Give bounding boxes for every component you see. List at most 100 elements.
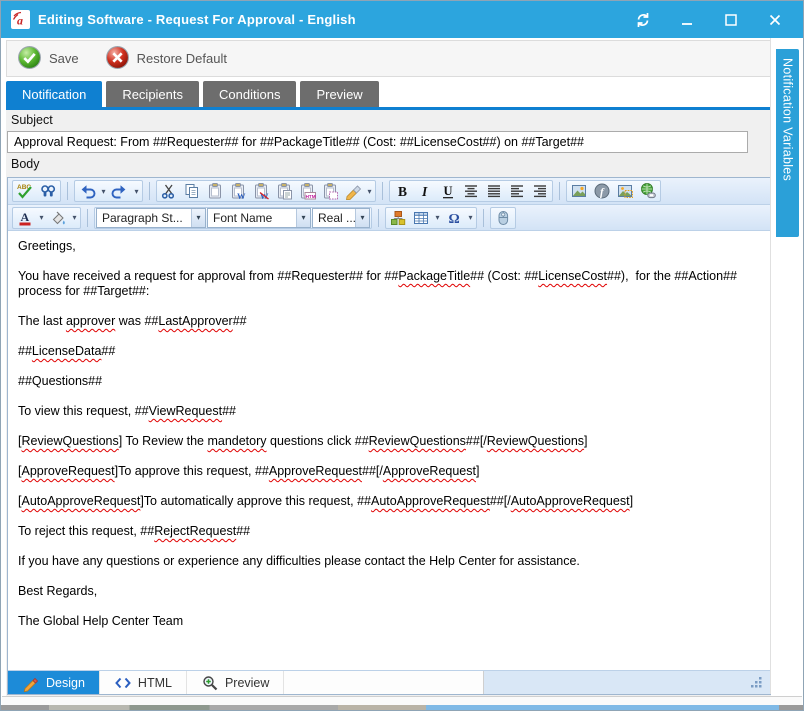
preview-icon — [201, 674, 219, 692]
misspelled-word: AutoApproveRequest — [511, 494, 630, 508]
font-name-select[interactable]: Font Name▾ — [207, 208, 311, 228]
tab-recipients[interactable]: Recipients — [106, 81, 199, 107]
misspelled-word: PackageTitle — [398, 269, 470, 283]
svg-text:a: a — [17, 14, 23, 28]
align-center-icon[interactable] — [460, 181, 482, 201]
font-color-dropdown-icon[interactable]: ▾ — [37, 213, 46, 222]
tab-conditions[interactable]: Conditions — [203, 81, 296, 107]
restore-x-icon — [105, 45, 130, 73]
body-paragraph: You have received a request for approval… — [18, 269, 760, 299]
paste-from-word-strip-icon[interactable]: W — [250, 181, 272, 201]
editor-toolbar-row1: ABC▾▾WWHTML▾BIUf — [8, 178, 770, 205]
editor-mode-tab-design[interactable]: Design — [8, 671, 100, 694]
save-check-icon — [17, 45, 42, 73]
mode-tab-label: Preview — [225, 676, 269, 690]
font-color-icon[interactable]: A — [14, 208, 36, 228]
maximize-button[interactable] — [721, 10, 741, 30]
save-button[interactable]: Save — [17, 45, 79, 73]
italic-icon[interactable]: I — [414, 181, 436, 201]
paste-html-icon[interactable]: HTML — [296, 181, 318, 201]
paragraph-style-select[interactable]: Paragraph St...▾ — [96, 208, 206, 228]
body-label: Body — [11, 157, 40, 171]
underline-icon[interactable]: U — [437, 181, 459, 201]
toolbar-group: ABC — [12, 180, 61, 202]
body-paragraph: Greetings, — [18, 239, 760, 254]
body-paragraph: To view this request, ##ViewRequest## — [18, 404, 760, 419]
misspelled-word: LastApprover — [158, 314, 232, 328]
toolbar-group: Paragraph St...▾Font Name▾Real ...▾ — [94, 207, 372, 229]
spellcheck-icon[interactable]: ABC — [14, 181, 36, 201]
tab-notification[interactable]: Notification — [6, 81, 102, 107]
align-left-icon[interactable] — [506, 181, 528, 201]
media-manager-icon[interactable] — [492, 208, 514, 228]
editor-toolbar-row2: A▾▾Paragraph St...▾Font Name▾Real ...▾▾Ω… — [8, 205, 770, 231]
misspelled-word: ReviewQuestions — [487, 434, 584, 448]
find-icon[interactable] — [37, 181, 59, 201]
fill-color-icon[interactable] — [47, 208, 69, 228]
redo-dropdown-icon[interactable]: ▾ — [132, 187, 141, 196]
body-paragraph: [ApproveRequest]To approve this request,… — [18, 464, 760, 479]
toolbar-separator — [483, 209, 484, 227]
misspelled-word: mandetory — [207, 434, 266, 448]
bold-icon[interactable]: B — [391, 181, 413, 201]
minimize-button[interactable] — [677, 10, 697, 30]
toolbar-separator — [378, 209, 379, 227]
undo-icon[interactable] — [76, 181, 98, 201]
undo-dropdown-icon[interactable]: ▾ — [99, 187, 108, 196]
design-icon — [22, 674, 40, 692]
restore-default-button[interactable]: Restore Default — [105, 45, 227, 73]
format-stripper-icon[interactable] — [342, 181, 364, 201]
misspelled-word: ViewRequest — [149, 404, 222, 418]
paste-plain-text-icon[interactable] — [273, 181, 295, 201]
font-size-select[interactable]: Real ...▾ — [312, 208, 370, 228]
format-stripper-dropdown-icon[interactable]: ▾ — [365, 187, 374, 196]
subject-input[interactable] — [7, 131, 748, 153]
body-paragraph: ##LicenseData## — [18, 344, 760, 359]
active-tab-strip — [6, 107, 771, 110]
editor-mode-tab-html[interactable]: HTML — [100, 671, 187, 694]
fill-color-dropdown-icon[interactable]: ▾ — [70, 213, 79, 222]
window-title: Editing Software - Request For Approval … — [38, 12, 356, 27]
justify-icon[interactable] — [483, 181, 505, 201]
copy-icon[interactable] — [181, 181, 203, 201]
paste-as-html-icon[interactable] — [319, 181, 341, 201]
refresh-button[interactable] — [633, 10, 653, 30]
image-manager-icon[interactable] — [568, 181, 590, 201]
editor-mode-tab-preview[interactable]: Preview — [187, 671, 284, 694]
svg-text:U: U — [444, 184, 453, 198]
resize-grip-icon[interactable] — [746, 676, 764, 690]
tab-preview[interactable]: Preview — [300, 81, 378, 107]
toolbar-group: WW HTML ▾ — [156, 180, 376, 202]
body-paragraph: ##Questions## — [18, 374, 760, 389]
body-paragraph: [AutoApproveRequest]To automatically app… — [18, 494, 760, 509]
align-right-icon[interactable] — [529, 181, 551, 201]
misspelled-word: ApproveRequest — [21, 464, 114, 478]
toolbar-separator — [149, 182, 150, 200]
redo-icon[interactable] — [109, 181, 131, 201]
body-paragraph: The Global Help Center Team — [18, 614, 760, 629]
editor-content[interactable]: Greetings, You have received a request fo… — [8, 231, 770, 670]
toolbar-group: BI U — [389, 180, 553, 202]
image-map-icon[interactable] — [614, 181, 636, 201]
hyperlink-manager-icon[interactable] — [637, 181, 659, 201]
toolbar-group: ▾▾ — [74, 180, 143, 202]
chevron-down-icon: ▾ — [191, 209, 205, 227]
symbol-icon[interactable]: Ω — [443, 208, 465, 228]
close-button[interactable] — [765, 10, 785, 30]
table-icon[interactable] — [410, 208, 432, 228]
notification-variables-tab[interactable]: Notification Variables — [776, 49, 799, 237]
cut-icon[interactable] — [158, 181, 180, 201]
paste-icon[interactable] — [204, 181, 226, 201]
app-window: a Editing Software - Request For Approva… — [0, 0, 804, 711]
svg-text:W: W — [237, 191, 246, 200]
svg-text:I: I — [421, 184, 428, 199]
symbol-dropdown-icon[interactable]: ▾ — [466, 213, 475, 222]
flash-manager-icon[interactable]: f — [591, 181, 613, 201]
body-paragraph: [ReviewQuestions] To Review the mandetor… — [18, 434, 760, 449]
main-toolbar: Save Restore Default — [6, 40, 771, 77]
table-dropdown-icon[interactable]: ▾ — [433, 213, 442, 222]
snippet-icon[interactable] — [387, 208, 409, 228]
toolbar-separator — [87, 209, 88, 227]
paste-from-word-icon[interactable]: W — [227, 181, 249, 201]
toolbar-separator — [382, 182, 383, 200]
